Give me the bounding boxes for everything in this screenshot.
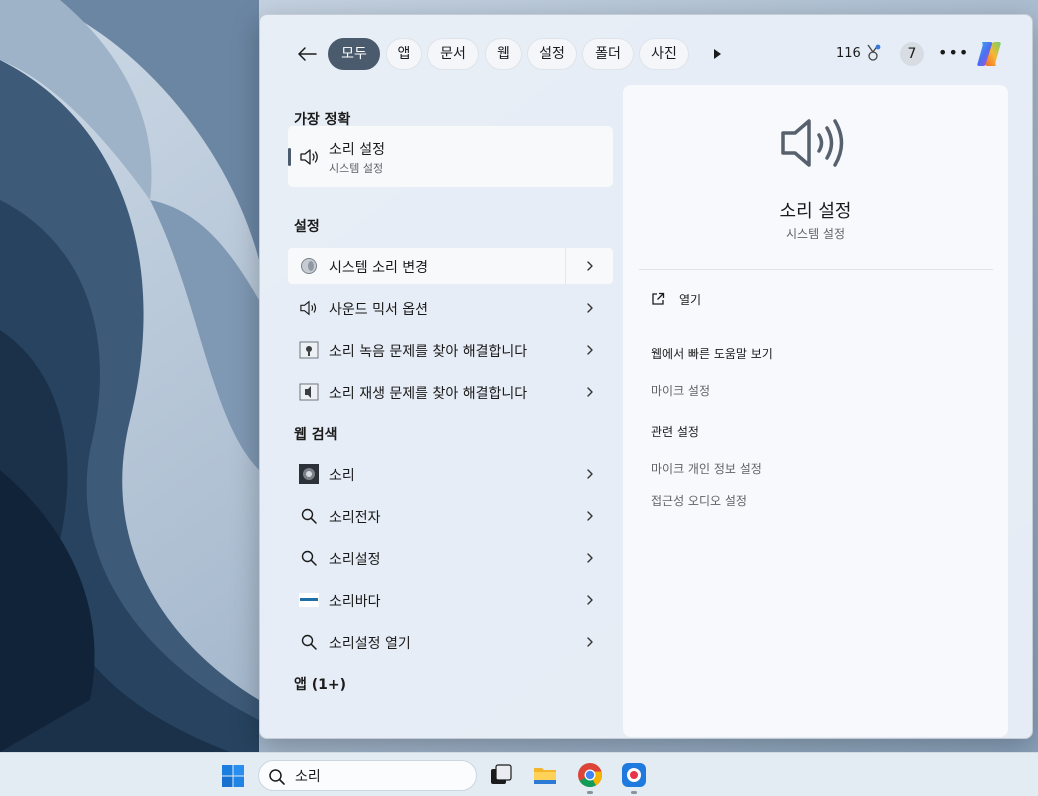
web-item[interactable]: 소리바다 (288, 582, 613, 618)
more-filters-button[interactable] (708, 45, 726, 63)
speaker-icon (781, 119, 844, 167)
detail-title: 소리 설정 (779, 201, 852, 222)
divider (565, 248, 566, 284)
site-logo-icon (299, 590, 319, 610)
start-icon[interactable] (221, 764, 245, 788)
settings-item-label: 사운드 믹서 옵션 (329, 302, 429, 318)
chevron-right-icon[interactable] (585, 592, 595, 608)
back-button[interactable] (294, 41, 320, 67)
chevron-right-icon[interactable] (585, 550, 595, 566)
notification-badge[interactable]: 7 (900, 42, 924, 66)
taskbar (0, 752, 1038, 796)
task-view-icon[interactable] (488, 762, 514, 788)
web-item[interactable]: 소리 (288, 456, 613, 492)
more-icon: ••• (938, 43, 970, 62)
results-list: 가장 정확 소리 설정 시스템 설정 설정 시스템 소리 변경 사운드 믹서 옵… (260, 85, 622, 738)
web-item-label: 소리설정 열기 (329, 636, 411, 652)
chevron-right-icon[interactable] (585, 258, 595, 274)
divider (639, 269, 993, 270)
related-settings-heading: 관련 설정 (651, 425, 699, 439)
running-indicator (587, 791, 593, 794)
open-label: 열기 (679, 293, 702, 307)
web-item[interactable]: 소리전자 (288, 498, 613, 534)
settings-item-sound-mixer[interactable]: 사운드 믹서 옵션 (288, 290, 613, 326)
best-match-item[interactable]: 소리 설정 시스템 설정 (288, 126, 613, 187)
filter-bar: 모두 앱 문서 웹 설정 폴더 사진 116 7 ••• (260, 15, 1032, 85)
search-icon (269, 769, 285, 785)
settings-item-label: 소리 재생 문제를 찾아 해결합니다 (329, 386, 528, 402)
search-icon (299, 506, 319, 526)
chevron-right-icon[interactable] (585, 342, 595, 358)
speaker-icon (300, 149, 318, 165)
taskbar-search-box[interactable] (258, 760, 477, 791)
troubleshoot-icon (299, 340, 319, 360)
chevron-right-icon[interactable] (585, 384, 595, 400)
search-icon (299, 548, 319, 568)
system-sound-icon (299, 256, 319, 276)
open-external-icon (652, 292, 665, 305)
file-explorer-icon[interactable] (532, 762, 558, 788)
web-item-label: 소리바다 (329, 594, 381, 610)
filter-apps[interactable]: 앱 (386, 38, 422, 70)
copilot-icon[interactable] (973, 38, 1005, 70)
back-arrow-icon (298, 47, 317, 61)
settings-item-system-sound[interactable]: 시스템 소리 변경 (288, 248, 613, 284)
chevron-right-icon[interactable] (585, 508, 595, 524)
medal-icon[interactable] (864, 43, 882, 63)
web-thumbnail-icon (299, 464, 319, 484)
settings-heading: 설정 (294, 219, 320, 235)
filter-settings[interactable]: 설정 (527, 38, 577, 70)
web-item-label: 소리 (329, 468, 355, 484)
web-item-label: 소리설정 (329, 552, 381, 568)
chevron-right-icon[interactable] (585, 300, 595, 316)
filter-documents[interactable]: 문서 (427, 38, 479, 70)
search-icon (299, 632, 319, 652)
best-match-subtitle: 시스템 설정 (329, 162, 384, 175)
filter-photos[interactable]: 사진 (639, 38, 689, 70)
detail-pane: 소리 설정 시스템 설정 열기 웹에서 빠른 도움말 보기 마이크 설정 관련 … (623, 85, 1008, 737)
web-item-label: 소리전자 (329, 510, 381, 526)
more-options-button[interactable]: ••• (938, 43, 969, 62)
chrome-icon[interactable] (577, 762, 603, 788)
settings-item-label: 시스템 소리 변경 (329, 260, 429, 276)
web-help-heading: 웹에서 빠른 도움말 보기 (651, 347, 773, 361)
chevron-right-icon[interactable] (585, 466, 595, 482)
speaker-icon (299, 298, 319, 318)
apps-heading[interactable]: 앱 (1+) (294, 674, 346, 694)
search-panel: 모두 앱 문서 웹 설정 폴더 사진 116 7 ••• 가장 정확 소리 설정… (259, 14, 1033, 739)
troubleshoot-icon (299, 382, 319, 402)
chevron-right-icon[interactable] (585, 634, 595, 650)
play-icon (714, 49, 721, 59)
filter-web[interactable]: 웹 (485, 38, 522, 70)
filter-folders[interactable]: 폴더 (582, 38, 634, 70)
settings-item-troubleshoot-playback[interactable]: 소리 재생 문제를 찾아 해결합니다 (288, 374, 613, 410)
settings-item-label: 소리 녹음 문제를 찾아 해결합니다 (329, 344, 528, 360)
rewards-points[interactable]: 116 (836, 46, 861, 61)
best-match-title: 소리 설정 (329, 142, 385, 158)
related-setting-link[interactable]: 접근성 오디오 설정 (651, 492, 747, 509)
search-input[interactable] (295, 766, 465, 786)
running-indicator (631, 791, 637, 794)
web-item[interactable]: 소리설정 열기 (288, 624, 613, 660)
web-search-heading: 웹 검색 (294, 427, 338, 443)
detail-subtitle: 시스템 설정 (785, 227, 845, 241)
web-help-link[interactable]: 마이크 설정 (651, 382, 710, 399)
web-item[interactable]: 소리설정 (288, 540, 613, 576)
selection-indicator (288, 148, 291, 166)
recorder-icon[interactable] (621, 762, 647, 788)
related-setting-link[interactable]: 마이크 개인 정보 설정 (651, 460, 762, 477)
settings-item-troubleshoot-recording[interactable]: 소리 녹음 문제를 찾아 해결합니다 (288, 332, 613, 368)
filter-all[interactable]: 모두 (328, 38, 380, 70)
